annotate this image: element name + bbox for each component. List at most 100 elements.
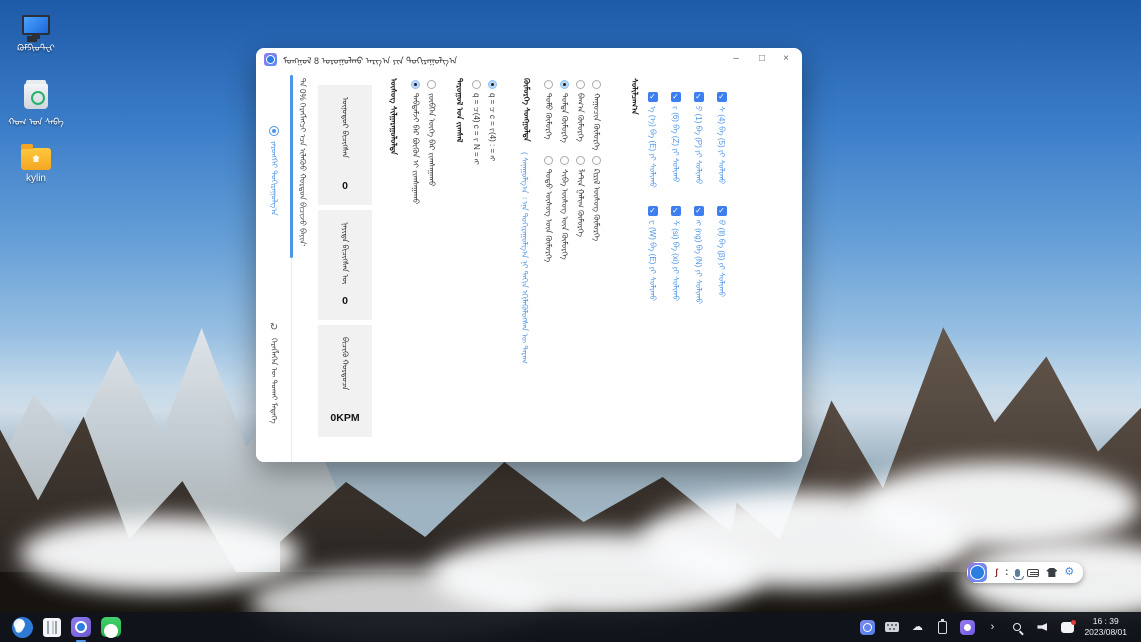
stat-card-value: 0KPM [330, 412, 359, 424]
tray-weather-icon[interactable]: ☁ [909, 619, 925, 635]
group4-row2-check-2[interactable]: ᠱ (si) ᠪᠠ (xi) ᠶᠢ ᠰᠣᠯᠢᠬᠣ [668, 206, 683, 316]
sidebar-item-about[interactable]: ↻ ᠬᠡᠷᠡᠭᠯᠡᠭᠡᠨ ᠦ ᠲᠣᠬᠠᠢ ᠮᠡᠳᠡᠭᠡ [264, 323, 284, 462]
skin-theme-icon[interactable] [1046, 568, 1057, 577]
group4-row1-check-2[interactable]: ᠵ (6) ᠪᠠ (Z) ᠶᠢ ᠰᠣᠯᠢᠬᠣ [668, 92, 683, 202]
messenger-app-icon[interactable] [101, 617, 121, 637]
radio-icon [576, 156, 585, 165]
clock-date: 2023/08/01 [1084, 627, 1127, 638]
window-titlebar[interactable]: ᠮᠣᠩᠭᠣᠯ 8 ᠣᠷᠣᠭᠣᠯᠬᠣ ᠠᠷᠭ᠎ᠠ ᠶᠢᠨ ᠲᠣᠬᠢᠷᠠᠭᠣᠯᠭ᠎ᠠ [256, 48, 802, 70]
radio-label: ᠳᠠᠪᠲᠠᠮᠵᠢ ᠪᠠᠷ ᠪᠦᠬᠦᠨ ᠢ ᠵᠢᠭᠰᠠᠭᠠᠬᠣ [411, 93, 420, 243]
app-logo-icon [264, 53, 277, 66]
about-icon: ↻ [270, 323, 278, 333]
minimize-button[interactable]: – [728, 51, 744, 67]
system-tray: ☁ › 16 : 39 2023/08/01 [859, 616, 1141, 639]
checkbox-checked-icon [717, 92, 727, 102]
group3-row2-option-4[interactable]: ᠺᠢᠷᠢᠯ ᠦᠰᠦᠭ ᠬᠥᠮᠥᠷᠭᠡ [589, 156, 604, 277]
group4-row2-check-3[interactable]: ᠩ (ng) ᠪᠠ (N) ᠶᠢ ᠰᠣᠯᠢᠬᠣ [691, 206, 706, 316]
checkbox-label: ᠪ (ll) ᠪᠠ (β) ᠶᠢ ᠰᠣᠯᠢᠬᠣ [717, 220, 726, 316]
group1-option-2[interactable]: ᠵᠥᠪᠬᠡᠨ ᠦᠭᠡ ᠪᠡᠷ ᠵᠢᠭᠰᠠᠭᠠᠬᠣ [424, 80, 439, 225]
group3-row1-option-1[interactable]: ᠲᠣᠮᠣ ᠬᠥᠮᠥᠷᠭᠡ [541, 80, 556, 155]
tray-search-icon[interactable] [1013, 623, 1021, 631]
trash-icon [24, 83, 48, 109]
computer-icon [22, 15, 50, 35]
group3-row1-option-4[interactable]: ᠬᠠᠭᠣᠴᠢᠨ ᠬᠥᠮᠥᠷᠭᠡ [589, 80, 604, 155]
general-settings-icon [269, 126, 279, 136]
maximize-button[interactable]: □ [754, 51, 770, 67]
desktop-icon-kylin-folder[interactable]: kylin [4, 148, 68, 184]
stat-card-value: 0 [342, 295, 348, 307]
ime-settings-app-icon[interactable] [71, 617, 91, 637]
group2-option-1[interactable]: q = ᠴ(4) c = ᠵ N = ᠩ [469, 80, 484, 261]
radio-label: ᠰᠢᠪᠡ ᠦᠰᠦᠭ ᠦᠨ ᠬᠥᠮᠥᠷᠭᠡ [560, 169, 569, 277]
taskbar-clock[interactable]: 16 : 39 2023/08/01 [1084, 616, 1127, 639]
stat-card-label: ᠪᠢᠴᠢᠬᠦ ᠬᠣᠷᠳᠣᠴᠠ [340, 337, 349, 399]
desktop-icon-label: kylin [26, 173, 46, 184]
stat-card-label: ᠨᠡᠶᠢᠲᠡ ᠪᠢᠴᠢᠭᠰᠡᠨ ᠦᠰᠦᠭ [340, 222, 349, 284]
checkbox-checked-icon [671, 206, 681, 216]
radio-label: ᠯᠠᠲ᠋ᠢᠨ ᠭᠠᠯᠢᠭ ᠬᠥᠮᠥᠷᠭᠡ [576, 169, 585, 277]
radio-label: ᠵᠥᠪᠬᠡᠨ ᠦᠭᠡ ᠪᠡᠷ ᠵᠢᠭᠰᠠᠭᠠᠬᠣ [427, 93, 436, 225]
radio-label: ᠺᠢᠷᠢᠯ ᠦᠰᠦᠭ ᠬᠥᠮᠥᠷᠭᠡ [592, 169, 601, 277]
cloud [860, 462, 1140, 548]
cloud [20, 516, 300, 592]
desktop-icon-trash[interactable]: ᠬᠣᠭ ᠤᠨ ᠰᠠᠪᠠ [4, 83, 68, 128]
ime-script-mode-icon[interactable]: ʃ [995, 568, 998, 577]
group4-row1-check-3[interactable]: ᠫ (1) ᠪᠠ (P) ᠶᠢ ᠰᠣᠯᠢᠬᠣ [691, 92, 706, 202]
ime-logo-icon[interactable] [968, 563, 987, 582]
virtual-keyboard-icon[interactable] [1027, 569, 1039, 577]
group4-row2-check-1[interactable]: ᠸ (W) ᠪᠠ (E) ᠶᠢ ᠰᠣᠯᠢᠬᠣ [645, 206, 660, 316]
stat-card-today: ᠥᠨᠥᠳᠥᠷ ᠪᠢᠴᠢᠭᠰᠡᠨ ᠦᠰᠦᠭ 0 [318, 85, 372, 205]
radio-icon [576, 80, 585, 89]
checkbox-label: ᠱ (si) ᠪᠠ (xi) ᠶᠢ ᠰᠣᠯᠢᠬᠣ [671, 220, 680, 316]
checkbox-label: ᠵ (6) ᠪᠠ (Z) ᠶᠢ ᠰᠣᠯᠢᠬᠣ [671, 106, 680, 202]
group3-hint: ( ᠰᠠᠨᠠᠭᠣᠯᠭ᠎ᠠ ᠄ ᠡᠨᠡ ᠲᠣᠬᠢᠷᠠᠭᠣᠯᠭ᠎ᠠ ᠨᠢ ᠳᠠᠬᠢᠨ… [520, 152, 529, 364]
radio-selected-icon [488, 80, 497, 89]
close-button[interactable]: × [778, 51, 794, 67]
tray-expand-chevron-icon[interactable]: › [984, 619, 1000, 635]
radio-icon [592, 156, 601, 165]
sidebar-item-general[interactable]: ᠶᠡᠷᠦᠩᠬᠡᠢ ᠲᠣᠬᠢᠷᠠᠭᠣᠯᠭ᠎ᠠ [264, 126, 284, 259]
radio-label: ᠪᠠᠭ᠎ᠠ ᠬᠥᠮᠥᠷᠭᠡ [576, 93, 585, 155]
start-menu-button[interactable] [12, 617, 33, 638]
group4-row1-check-1[interactable]: ᠡ (ᠡ) ᠪᠠ (E) ᠶᠢ ᠰᠣᠯᠢᠬᠣ [645, 92, 660, 202]
tray-notification-icon[interactable] [1061, 622, 1074, 633]
group2-option-2[interactable]: q = ᠴ c = ᠵ(4) : = ᠩ [485, 80, 500, 261]
radio-icon [472, 80, 481, 89]
checkbox-checked-icon [671, 92, 681, 102]
sidebar-item-label: ᠶᠡᠷᠦᠩᠬᠡᠢ ᠲᠣᠬᠢᠷᠠᠭᠣᠯᠭ᠎ᠠ [269, 141, 278, 259]
checkbox-checked-icon [694, 92, 704, 102]
radio-icon [544, 80, 553, 89]
radio-label: ᠲᠣᠳᠣ ᠦᠰᠦᠭ ᠦᠨ ᠬᠥᠮᠥᠷᠭᠡ [544, 169, 553, 277]
file-manager-icon[interactable] [43, 618, 61, 637]
tray-keyboard-icon[interactable] [885, 622, 899, 632]
checkbox-checked-icon [648, 92, 658, 102]
microphone-icon[interactable] [1015, 569, 1020, 577]
group2-header: ᠳᠠᠷᠣᠭᠣᠯ ᠤᠨ ᠵᠢᠭᠰᠠᠯ [455, 78, 464, 160]
radio-label: q = ᠴ(4) c = ᠵ N = ᠩ [472, 93, 481, 261]
group3-row2-option-2[interactable]: ᠰᠢᠪᠡ ᠦᠰᠦᠭ ᠦᠨ ᠬᠥᠮᠥᠷᠭᠡ [557, 156, 572, 277]
stat-card-value: 0 [342, 180, 348, 192]
typing-status-note: ᠲᠠ 0% ᠬᠡᠷᠡᠭᠯᠡᠭᠴᠢ ᠡᠴᠡ ᠢᠯᠡᠭᠦᠦ ᠬᠣᠷᠳᠣᠨ ᠪᠢᠴᠢᠵ… [298, 78, 307, 246]
group3-row2-option-3[interactable]: ᠯᠠᠲ᠋ᠢᠨ ᠭᠠᠯᠢᠭ ᠬᠥᠮᠥᠷᠭᠡ [573, 156, 588, 277]
desktop: ᠺᠣᠮᠫᠢᠦᠲ᠋ᠧᠷ ᠬᠣᠭ ᠤᠨ ᠰᠠᠪᠠ kylin ᠮᠣᠩᠭᠣᠯ 8 ᠣᠷ… [0, 0, 1141, 642]
radio-selected-icon [560, 80, 569, 89]
group4-header: ᠰᠣᠯᠢᠯᠴᠠᠭ᠎ᠠ [630, 78, 639, 136]
tray-announcement-icon[interactable] [1037, 623, 1047, 631]
checkbox-label: ᠸ (W) ᠪᠠ (E) ᠶᠢ ᠰᠣᠯᠢᠬᠣ [648, 220, 657, 316]
tray-ime-icon[interactable] [860, 620, 875, 635]
group3-row1-option-2[interactable]: ᠳᠣᠮᠳᠠ ᠬᠥᠮᠥᠷᠭᠡ [557, 80, 572, 155]
group1-option-1[interactable]: ᠳᠠᠪᠲᠠᠮᠵᠢ ᠪᠠᠷ ᠪᠦᠬᠦᠨ ᠢ ᠵᠢᠭᠰᠠᠭᠠᠬᠣ [408, 80, 423, 243]
group3-row2-option-1[interactable]: ᠲᠣᠳᠣ ᠦᠰᠦᠭ ᠦᠨ ᠬᠥᠮᠥᠷᠭᠡ [541, 156, 556, 277]
radio-icon [427, 80, 436, 89]
radio-label: q = ᠴ c = ᠵ(4) : = ᠩ [488, 93, 497, 261]
ime-punctuation-icon[interactable]: : [1005, 568, 1008, 578]
desktop-icon-computer[interactable]: ᠺᠣᠮᠫᠢᠦᠲ᠋ᠧᠷ [4, 15, 68, 54]
group1-header: ᠦᠰᠦᠭ ᠰᠢᠯᠭᠠᠷᠠᠭᠣᠯᠣᠯᠲᠠ [389, 78, 398, 178]
tray-battery-icon[interactable] [938, 621, 947, 634]
group3-row1-option-3[interactable]: ᠪᠠᠭ᠎ᠠ ᠬᠥᠮᠥᠷᠭᠡ [573, 80, 588, 155]
radio-label: ᠬᠠᠭᠣᠴᠢᠨ ᠬᠥᠮᠥᠷᠭᠡ [592, 93, 601, 155]
group4-row1-check-4[interactable]: ᠰ (4) ᠪᠠ (5) ᠶᠢ ᠰᠣᠯᠢᠬᠣ [714, 92, 729, 202]
ime-settings-gear-icon[interactable]: ⚙ [1064, 567, 1074, 578]
group4-row2-check-4[interactable]: ᠪ (ll) ᠪᠠ (β) ᠶᠢ ᠰᠣᠯᠢᠬᠣ [714, 206, 729, 316]
tray-screenshot-icon[interactable] [960, 620, 975, 635]
